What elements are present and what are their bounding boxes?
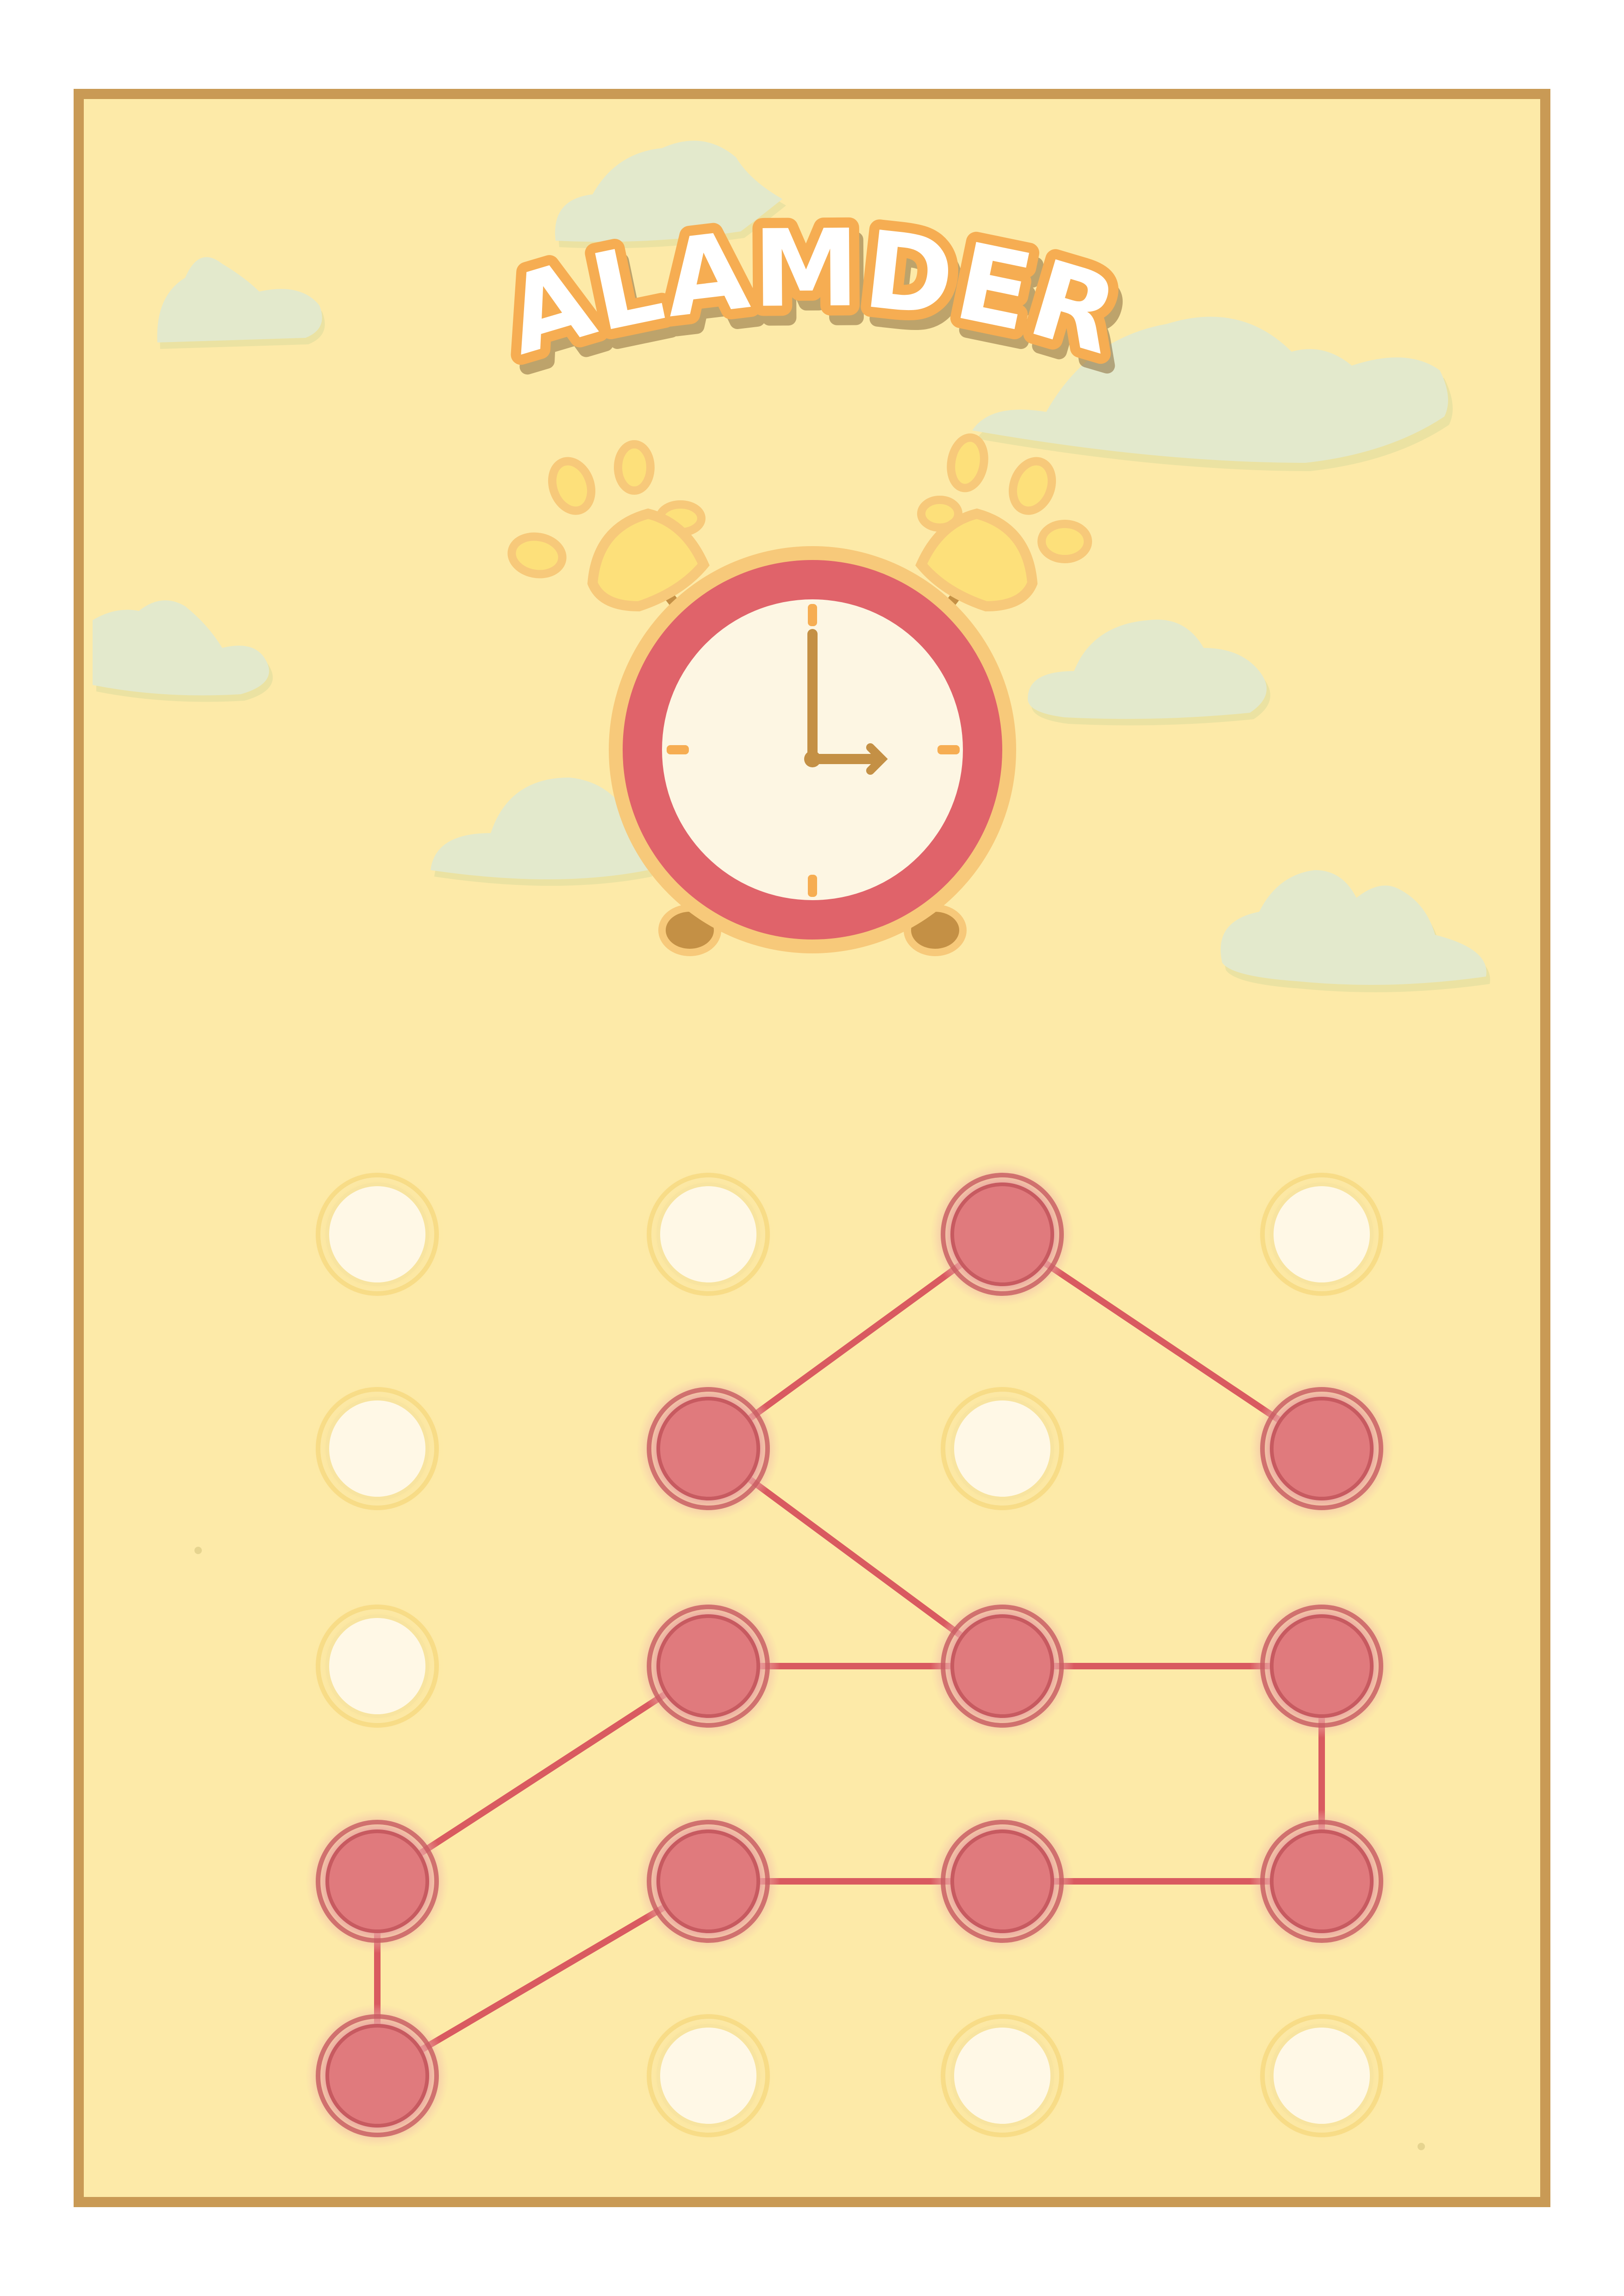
pattern-dot-r3-c2[interactable] xyxy=(637,1594,780,1738)
pattern-dot-r2-c1[interactable] xyxy=(306,1377,449,1520)
speck xyxy=(1418,2143,1425,2150)
pattern-dot-r5-c3[interactable] xyxy=(931,2004,1074,2147)
speck xyxy=(194,1547,202,1554)
pattern-dot-r3-c4[interactable] xyxy=(1250,1594,1393,1738)
pattern-dot-r4-c2[interactable] xyxy=(637,1810,780,1953)
pattern-dot-r3-c3[interactable] xyxy=(931,1594,1074,1738)
pattern-dot-r2-c3[interactable] xyxy=(931,1377,1074,1520)
pattern-dot-r5-c2[interactable] xyxy=(637,2004,780,2147)
pattern-dot-r3-c1[interactable] xyxy=(306,1594,449,1738)
pattern-dot-r2-c4[interactable] xyxy=(1250,1377,1393,1520)
pattern-dot-r1-c4[interactable] xyxy=(1250,1163,1393,1306)
pattern-dot-r2-c2[interactable] xyxy=(637,1377,780,1520)
pattern-dot-r5-c4[interactable] xyxy=(1250,2004,1393,2147)
pattern-dot-r4-c3[interactable] xyxy=(931,1810,1074,1953)
pattern-dot-r1-c1[interactable] xyxy=(306,1163,449,1306)
pattern-dot-r4-c4[interactable] xyxy=(1250,1810,1393,1953)
pattern-dot-r1-c2[interactable] xyxy=(637,1163,780,1306)
game-screen: ALAMDER ALAMDER ALAMDER xyxy=(74,89,1550,2207)
pattern-dot-r1-c3[interactable] xyxy=(931,1163,1074,1306)
pattern-dot-r4-c1[interactable] xyxy=(306,1810,449,1953)
pattern-dot-r5-c1[interactable] xyxy=(306,2004,449,2147)
